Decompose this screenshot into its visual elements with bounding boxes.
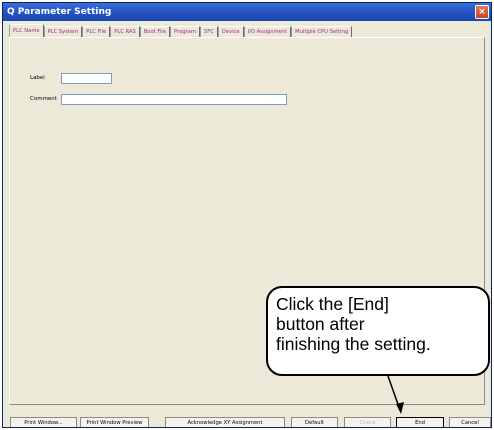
tab-boot-file[interactable]: Boot File bbox=[139, 26, 171, 37]
tab-io-assignment[interactable]: I/O Assignment bbox=[243, 26, 292, 37]
end-button[interactable]: End bbox=[396, 417, 444, 427]
tab-plc-name[interactable]: PLC Name bbox=[9, 24, 44, 37]
tab-multiple-cpu-setting[interactable]: Multiple CPU Setting bbox=[291, 26, 353, 37]
tab-plc-ras[interactable]: PLC RAS bbox=[110, 26, 140, 37]
check-button[interactable]: Check bbox=[344, 417, 391, 427]
label-caption: Label bbox=[30, 75, 45, 81]
callout-line-2: button after bbox=[276, 314, 365, 334]
callout-line-1: Click the [End] bbox=[276, 294, 389, 314]
window-title: Q Parameter Setting bbox=[7, 7, 112, 17]
default-button[interactable]: Default bbox=[291, 417, 338, 427]
label-input[interactable] bbox=[61, 73, 112, 84]
comment-input[interactable] bbox=[61, 94, 287, 105]
tab-program[interactable]: Program bbox=[170, 26, 200, 37]
instruction-callout: Click the [End] button after finishing t… bbox=[266, 286, 490, 376]
tab-plc-file[interactable]: PLC File bbox=[82, 26, 111, 37]
callout-line-3: finishing the setting. bbox=[276, 334, 431, 354]
tab-device[interactable]: Device bbox=[217, 26, 244, 37]
acknowledge-xy-assignment-button[interactable]: Acknowledge XY Assignment bbox=[165, 417, 285, 427]
close-icon: × bbox=[478, 7, 486, 17]
comment-caption: Comment bbox=[30, 96, 57, 102]
close-button[interactable]: × bbox=[475, 5, 489, 19]
title-bar[interactable]: Q Parameter Setting × bbox=[3, 3, 491, 21]
tab-plc-system[interactable]: PLC System bbox=[43, 26, 83, 37]
button-bar: Print Window... Print Window Preview Ack… bbox=[3, 417, 491, 427]
print-window-button[interactable]: Print Window... bbox=[10, 417, 77, 427]
tab-strip: PLC Name PLC System PLC File PLC RAS Boo… bbox=[9, 24, 353, 37]
tab-sfc[interactable]: SFC bbox=[199, 26, 218, 37]
cancel-button[interactable]: Cancel bbox=[449, 417, 491, 427]
print-window-preview-button[interactable]: Print Window Preview bbox=[80, 417, 149, 427]
